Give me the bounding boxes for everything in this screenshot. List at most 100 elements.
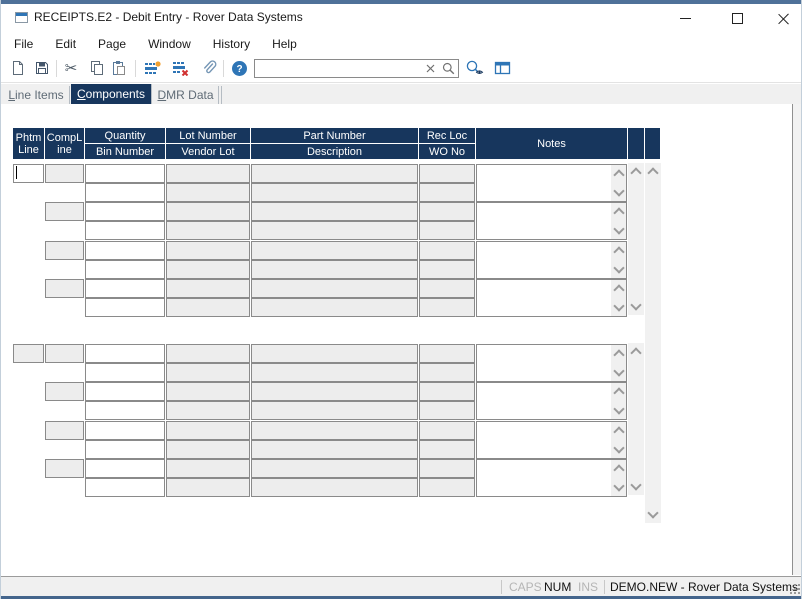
layout-button[interactable] [492, 58, 512, 78]
column-header-quantity[interactable]: Quantity [85, 128, 165, 143]
group-scrollbar[interactable] [628, 163, 644, 315]
column-header-bin-number[interactable]: Bin Number [85, 144, 165, 159]
column-header-part-number[interactable]: Part Number [251, 128, 418, 143]
phtm-line-field[interactable] [13, 164, 44, 183]
copy-button[interactable] [87, 58, 107, 78]
quantity-field[interactable] [85, 382, 165, 401]
notes-scrollbar[interactable] [611, 280, 626, 316]
notes-field[interactable] [476, 459, 627, 497]
search-input[interactable] [257, 61, 429, 78]
scroll-up-icon[interactable] [630, 167, 641, 178]
menu-window[interactable]: Window [137, 33, 202, 55]
tab-line-items[interactable]: Line Items [3, 86, 70, 104]
notes-scrollbar[interactable] [611, 165, 626, 201]
column-header-rec-loc[interactable]: Rec Loc [419, 128, 475, 143]
scroll-down-icon[interactable] [613, 403, 624, 414]
group-scrollbar[interactable] [628, 343, 644, 495]
menu-history[interactable]: History [202, 33, 261, 55]
attachment-button[interactable] [199, 58, 219, 78]
column-header-lot-number[interactable]: Lot Number [166, 128, 250, 143]
new-button[interactable] [8, 58, 28, 78]
tab-dmr-data[interactable]: DMR Data [153, 86, 219, 104]
notes-scrollbar[interactable] [611, 242, 626, 278]
notes-field[interactable] [476, 241, 627, 279]
notes-field[interactable] [476, 164, 627, 202]
column-header-vendor-lot[interactable]: Vendor Lot [166, 144, 250, 159]
quantity-field[interactable] [85, 344, 165, 363]
scroll-down-icon[interactable] [613, 185, 624, 196]
help-button[interactable]: ? [229, 58, 249, 78]
notes-scrollbar[interactable] [611, 203, 626, 239]
maximize-icon [732, 13, 743, 24]
notes-scrollbar[interactable] [611, 460, 626, 496]
search-magnifier-icon[interactable] [441, 61, 456, 76]
column-header-description[interactable]: Description [251, 144, 418, 159]
scroll-down-icon[interactable] [613, 262, 624, 273]
quantity-field[interactable] [85, 279, 165, 298]
bin-number-field[interactable] [85, 440, 165, 459]
delete-row-button[interactable] [171, 58, 191, 78]
scroll-up-icon[interactable] [630, 347, 641, 358]
menu-help[interactable]: Help [261, 33, 308, 55]
scroll-up-icon[interactable] [613, 387, 624, 398]
menu-page[interactable]: Page [87, 33, 137, 55]
notes-field[interactable] [476, 421, 627, 459]
scroll-down-icon[interactable] [647, 507, 658, 518]
title-bar[interactable]: RECEIPTS.E2 - Debit Entry - Rover Data S… [1, 4, 802, 32]
bin-number-field[interactable] [85, 221, 165, 240]
quantity-field[interactable] [85, 459, 165, 478]
scroll-down-icon[interactable] [613, 442, 624, 453]
notes-scrollbar[interactable] [611, 345, 626, 381]
quantity-field[interactable] [85, 241, 165, 260]
bin-number-field[interactable] [85, 260, 165, 279]
scroll-down-icon[interactable] [630, 479, 641, 490]
scroll-up-icon[interactable] [613, 207, 624, 218]
notes-field[interactable] [476, 344, 627, 382]
notes-scrollbar[interactable] [611, 422, 626, 458]
bin-number-field[interactable] [85, 183, 165, 202]
scroll-down-icon[interactable] [630, 299, 641, 310]
notes-field[interactable] [476, 279, 627, 317]
column-header-wo-no[interactable]: WO No [419, 144, 475, 159]
search-clear-icon[interactable] [423, 61, 438, 76]
bin-number-field[interactable] [85, 298, 165, 317]
quantity-field[interactable] [85, 421, 165, 440]
close-button[interactable] [761, 4, 802, 32]
bin-number-field[interactable] [85, 401, 165, 420]
find-record-button[interactable] [465, 58, 485, 78]
phtm-line-field[interactable] [13, 344, 44, 363]
save-button[interactable] [32, 58, 52, 78]
bin-number-field[interactable] [85, 363, 165, 382]
scroll-down-icon[interactable] [613, 300, 624, 311]
column-header-comp-line[interactable]: CompL ine [45, 128, 84, 159]
quantity-field[interactable] [85, 202, 165, 221]
quantity-field[interactable] [85, 164, 165, 183]
scroll-up-icon[interactable] [613, 464, 624, 475]
scroll-up-icon[interactable] [613, 349, 624, 360]
tab-components[interactable]: Components [71, 84, 152, 104]
minimize-button[interactable] [663, 4, 708, 32]
bin-number-field[interactable] [85, 478, 165, 497]
menu-edit[interactable]: Edit [44, 33, 87, 55]
notes-field[interactable] [476, 382, 627, 420]
scroll-up-icon[interactable] [647, 167, 658, 178]
part-number-field [251, 202, 418, 221]
insert-row-button[interactable] [143, 58, 163, 78]
column-header-notes[interactable]: Notes [476, 128, 627, 159]
cut-button[interactable]: ✂ [61, 58, 81, 78]
notes-field[interactable] [476, 202, 627, 240]
scroll-up-icon[interactable] [613, 246, 624, 257]
scroll-up-icon[interactable] [613, 169, 624, 180]
scroll-up-icon[interactable] [613, 284, 624, 295]
maximize-button[interactable] [715, 4, 760, 32]
menu-file[interactable]: File [3, 33, 44, 55]
column-header-phtm-line[interactable]: Phtm Line [13, 128, 44, 159]
notes-scrollbar[interactable] [611, 383, 626, 419]
scroll-up-icon[interactable] [613, 426, 624, 437]
scroll-down-icon[interactable] [613, 223, 624, 234]
paste-button[interactable] [109, 58, 129, 78]
grid-vertical-scrollbar[interactable] [645, 163, 661, 523]
resize-grip-icon[interactable] [790, 584, 801, 595]
scroll-down-icon[interactable] [613, 480, 624, 491]
scroll-down-icon[interactable] [613, 365, 624, 376]
